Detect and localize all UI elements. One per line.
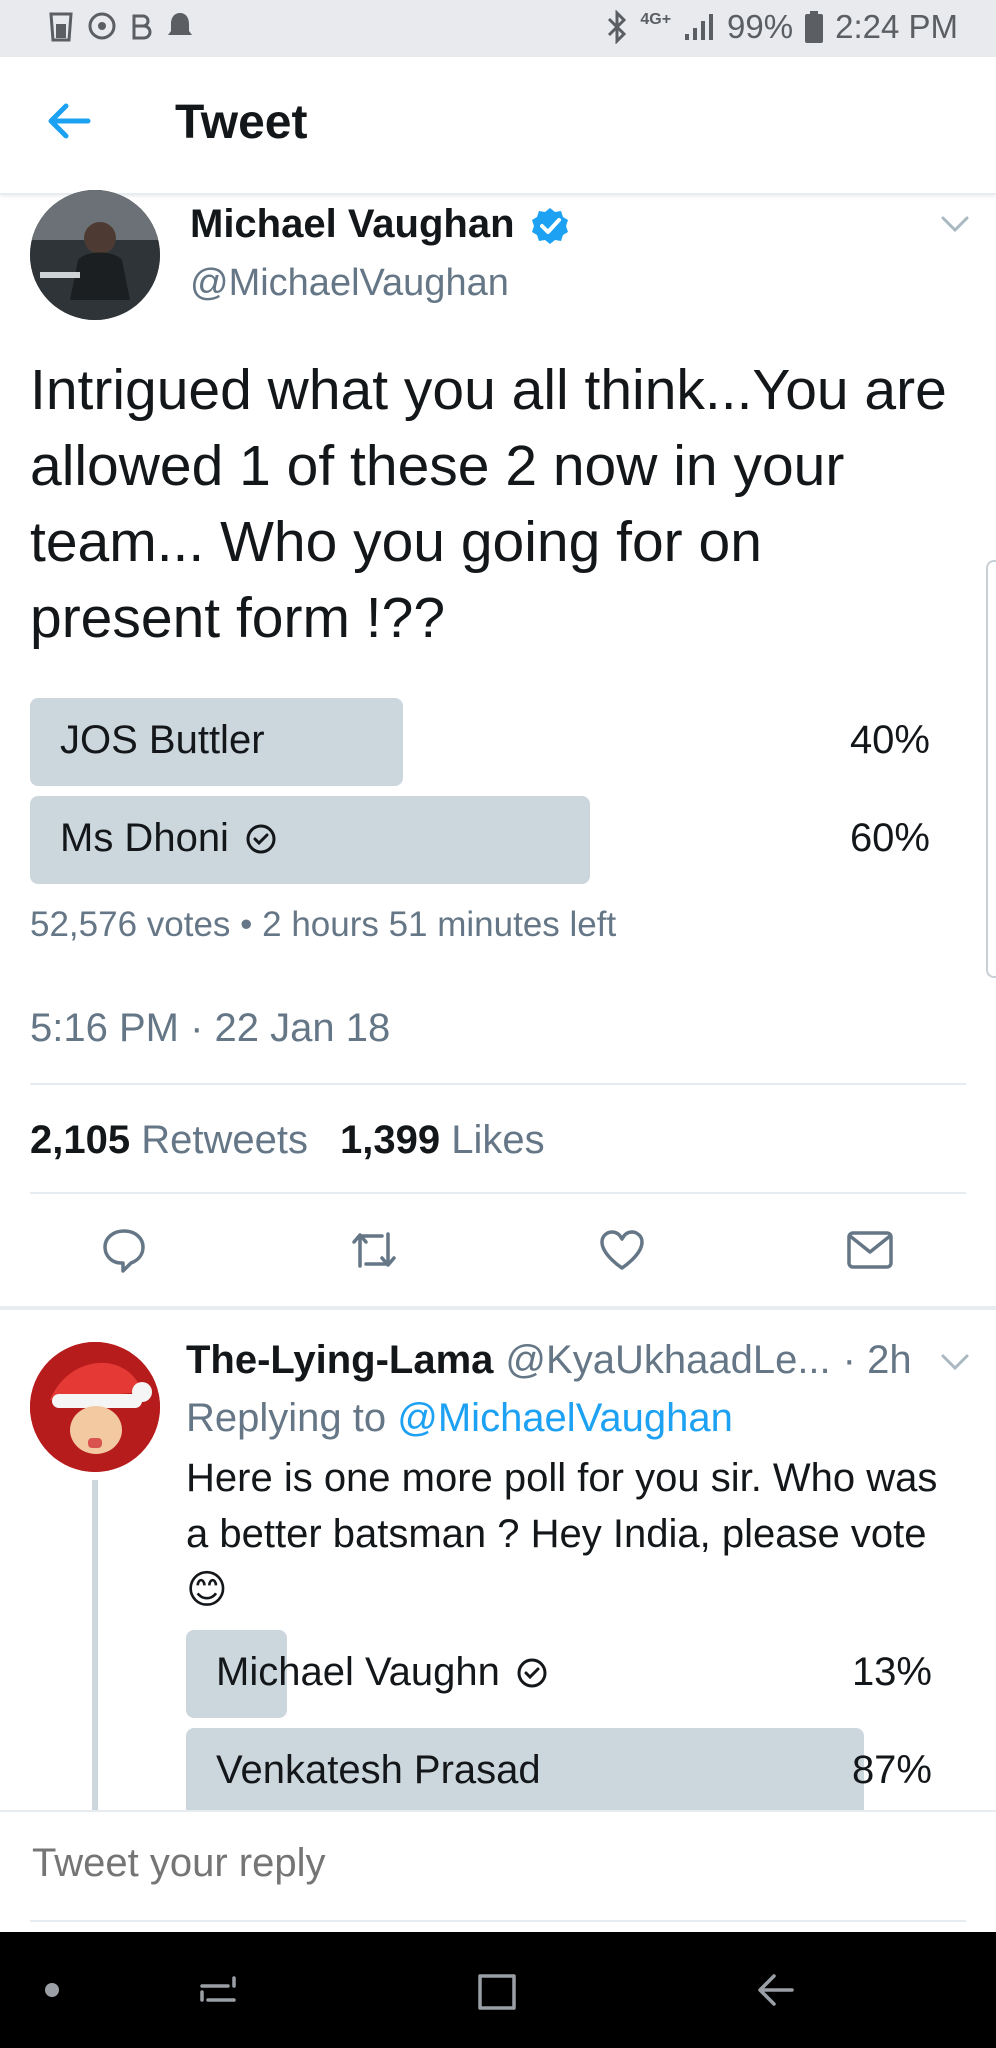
page-title: Tweet bbox=[175, 96, 308, 149]
thread-line bbox=[92, 1480, 98, 1810]
android-nav-bar bbox=[0, 1932, 996, 2048]
reply-author-name[interactable]: The-Lying-Lama bbox=[186, 1338, 493, 1383]
reply-header: The-Lying-Lama @KyaUkhaadLe... · 2h bbox=[186, 1338, 912, 1383]
dot-icon[interactable] bbox=[44, 1982, 60, 1998]
poll-option-percent: 40% bbox=[849, 718, 930, 762]
reply-icon[interactable] bbox=[100, 1226, 148, 1274]
avatar-photo bbox=[30, 1342, 160, 1472]
scrollbar[interactable] bbox=[986, 560, 996, 978]
likes-count: 1,399 bbox=[339, 1118, 441, 1162]
tweet-text: Intrigued what you all think...You are a… bbox=[30, 358, 947, 650]
reply-avatar[interactable] bbox=[30, 1342, 160, 1472]
reply-text: Here is one more poll for you sir. Who w… bbox=[186, 1456, 938, 1556]
likes-label: Likes bbox=[451, 1118, 545, 1162]
clock: 2:24 PM bbox=[835, 8, 958, 45]
avatar-photo bbox=[30, 190, 160, 320]
bluetooth-icon bbox=[608, 10, 627, 44]
compose-underline bbox=[30, 1920, 966, 1922]
battery-percent: 99% bbox=[727, 8, 794, 45]
compose-area bbox=[0, 1810, 996, 1934]
status-left-icons bbox=[48, 10, 194, 42]
battery-icon bbox=[805, 11, 824, 43]
poll-option: Venkatesh Prasad 87% bbox=[186, 1728, 932, 1810]
poll-option-percent: 87% bbox=[851, 1748, 932, 1792]
check-circle-icon bbox=[246, 824, 276, 853]
retweets-count: 2,105 bbox=[30, 1118, 131, 1162]
section-separator bbox=[0, 1306, 996, 1310]
poll-summary: 52,576 votes • 2 hours 51 minutes left bbox=[30, 905, 617, 944]
poll-option-label: Michael Vaughn bbox=[216, 1650, 500, 1694]
b-notification-icon bbox=[132, 14, 152, 40]
divider bbox=[30, 1083, 966, 1085]
replying-prefix: Replying to bbox=[186, 1396, 387, 1440]
home-icon[interactable] bbox=[474, 1966, 520, 2012]
like-heart-icon[interactable] bbox=[598, 1228, 646, 1272]
verified-badge-icon bbox=[532, 208, 568, 244]
reply-author-handle[interactable]: @KyaUkhaadLe... bbox=[505, 1338, 830, 1383]
tweet-timestamp: 5:16 PM · 22 Jan 18 bbox=[30, 1006, 391, 1050]
chevron-down-icon[interactable] bbox=[940, 214, 970, 234]
replying-to-link[interactable]: @MichaelVaughan bbox=[397, 1396, 733, 1440]
poll-option-percent: 13% bbox=[851, 1650, 932, 1694]
trash-icon bbox=[49, 12, 73, 42]
smile-emoji-icon: 😊 bbox=[186, 1568, 228, 1612]
retweets-label: Retweets bbox=[141, 1118, 308, 1162]
divider bbox=[30, 1192, 966, 1194]
poll-option: Ms Dhoni 60% bbox=[30, 796, 930, 884]
back-icon[interactable] bbox=[752, 1968, 798, 2012]
retweet-icon[interactable] bbox=[348, 1228, 400, 1272]
recent-apps-icon[interactable] bbox=[196, 1968, 240, 2012]
reply-input[interactable] bbox=[30, 1832, 934, 1894]
author-handle[interactable]: @MichaelVaughan bbox=[190, 262, 509, 305]
author-avatar[interactable] bbox=[30, 190, 160, 320]
engagement-stats: 2,105 Retweets 1,399 Likes bbox=[30, 1118, 545, 1163]
network-type: 4G+ bbox=[640, 11, 672, 28]
sync-icon bbox=[88, 12, 116, 40]
chevron-down-icon[interactable] bbox=[940, 1352, 970, 1372]
status-right-icons: 4G+ 99% 2:24 PM bbox=[606, 8, 958, 46]
poll-option-label: Ms Dhoni bbox=[60, 816, 229, 860]
app-header: Tweet bbox=[0, 57, 996, 195]
status-bar: 4G+ 99% 2:24 PM bbox=[0, 0, 996, 57]
poll-option-percent: 60% bbox=[849, 816, 930, 860]
poll-option: Michael Vaughn 13% bbox=[186, 1630, 932, 1718]
poll-option-label-row: Ms Dhoni bbox=[60, 816, 277, 861]
bell-off-icon bbox=[168, 13, 192, 35]
poll-option-label: Venkatesh Prasad bbox=[216, 1748, 541, 1792]
signal-icon bbox=[685, 14, 714, 40]
reply-text-block: Here is one more poll for you sir. Who w… bbox=[186, 1450, 966, 1618]
likes-stat[interactable]: 1,399 Likes bbox=[340, 1118, 545, 1163]
poll-option-label-row: Michael Vaughn bbox=[216, 1650, 548, 1695]
check-circle-icon bbox=[517, 1658, 547, 1687]
retweets-stat[interactable]: 2,105 Retweets bbox=[30, 1118, 308, 1163]
poll-option-label: JOS Buttler bbox=[60, 718, 265, 762]
direct-message-icon[interactable] bbox=[846, 1230, 894, 1270]
replying-to-line: Replying to @MichaelVaughan bbox=[186, 1396, 733, 1441]
author-name[interactable]: Michael Vaughan bbox=[190, 202, 515, 247]
poll-option: JOS Buttler 40% bbox=[30, 698, 930, 786]
back-arrow-icon[interactable] bbox=[44, 97, 92, 145]
reply-time: · 2h bbox=[842, 1338, 912, 1382]
